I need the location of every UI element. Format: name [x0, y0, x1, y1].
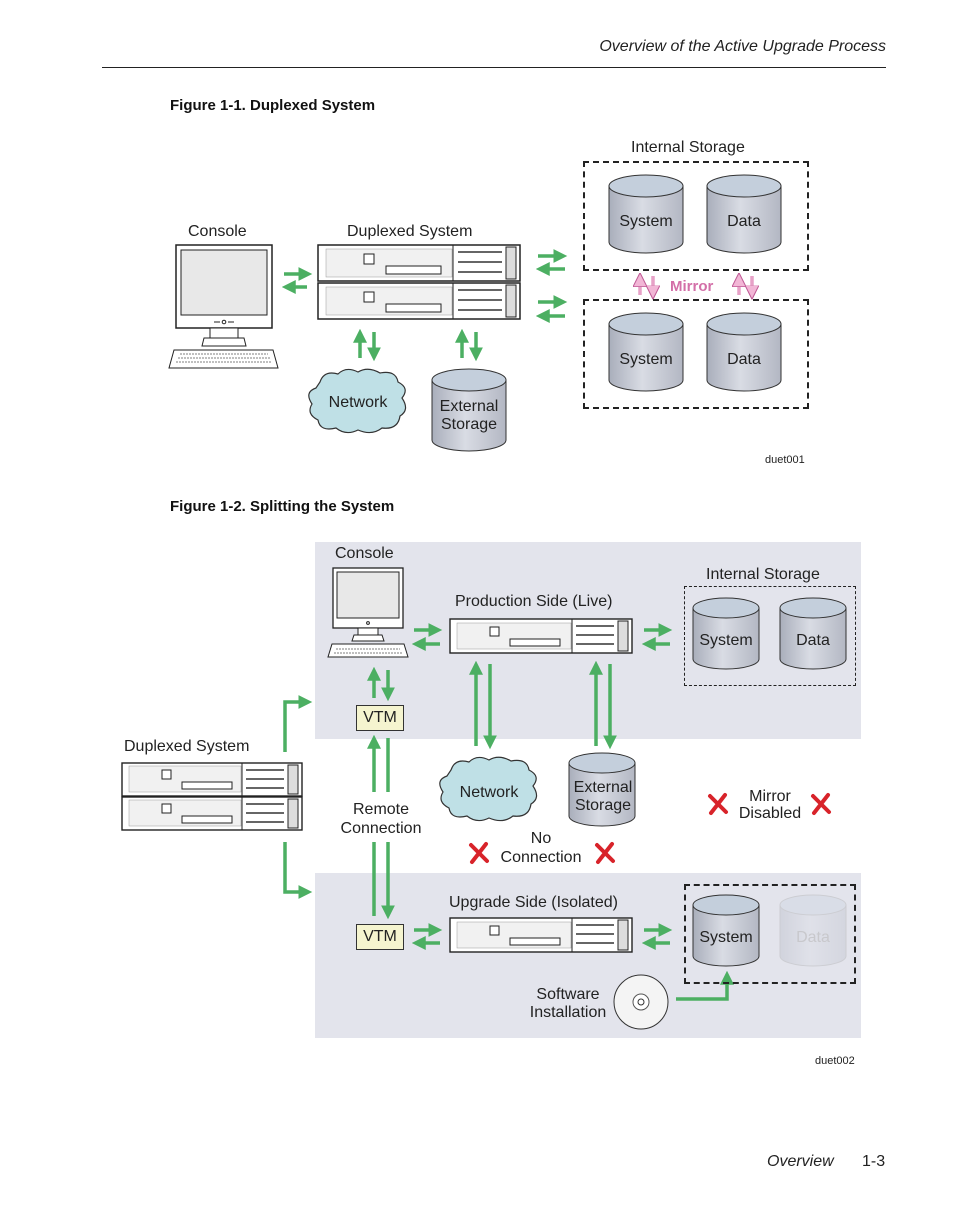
fig2-external-storage-line1: External: [573, 779, 633, 796]
footer-page-number: 1-3: [862, 1153, 886, 1170]
fig2-no-connection-x-left-icon: [469, 842, 489, 864]
fig2-remote-connection-label: Remote Connection: [336, 800, 426, 838]
fig2-remote-connection-line1: Remote: [352, 801, 410, 818]
fig2-no-connection-label: No Connection: [496, 829, 586, 867]
footer-section: Overview: [767, 1153, 834, 1170]
fig2-network-label: Network: [459, 784, 519, 801]
fig2-upgrade-system-label: System: [699, 929, 753, 946]
fig2-no-connection-line1: No: [530, 830, 552, 847]
fig2-cd-disc-icon: [613, 974, 669, 1030]
fig2-external-storage-label: External Storage: [567, 779, 639, 815]
fig2-software-installation-line1: Software: [536, 986, 600, 1003]
fig2-no-connection-line2: Connection: [500, 849, 582, 866]
fig2-figure-id: duet002: [815, 1055, 855, 1067]
fig2-production-data-label: Data: [796, 632, 830, 649]
fig2-mirror-disabled-label: Mirror Disabled: [730, 788, 810, 822]
fig2-mirror-disabled-line1: Mirror: [749, 788, 791, 805]
fig2-mirror-disabled-line2: Disabled: [738, 805, 802, 822]
fig2-software-installation-line2: Installation: [529, 1004, 607, 1021]
fig2-upgrade-data-label: Data: [796, 929, 830, 946]
fig2-software-installation-label: Software Installation: [520, 986, 616, 1022]
fig2-no-connection-x-right-icon: [595, 842, 615, 864]
fig2-mirror-disabled-x-right-icon: [811, 793, 831, 815]
fig2-remote-connection-line2: Connection: [340, 820, 422, 837]
fig2-external-storage-line2: Storage: [574, 797, 632, 814]
fig2-mirror-disabled-x-left-icon: [708, 793, 728, 815]
fig2-production-system-label: System: [699, 632, 753, 649]
